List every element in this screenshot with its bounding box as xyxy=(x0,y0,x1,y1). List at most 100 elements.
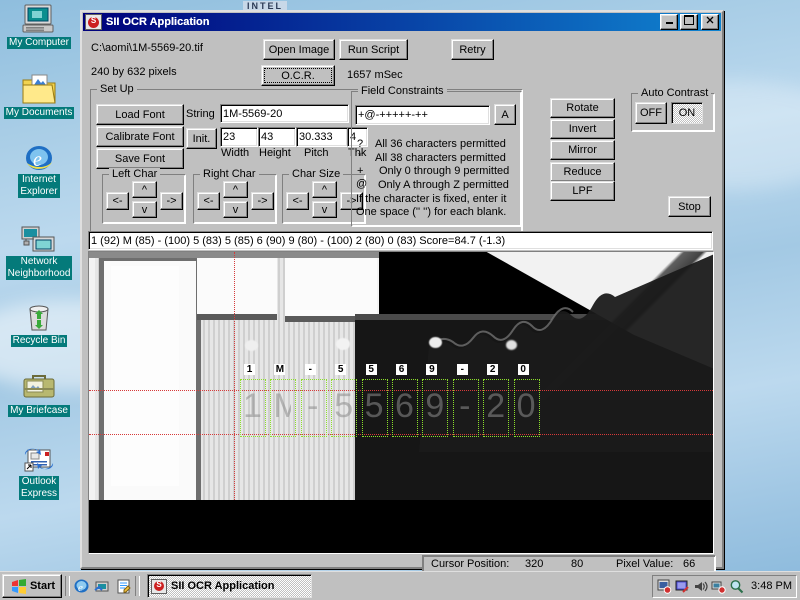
left-char-up-button[interactable]: ^ xyxy=(132,181,157,198)
desktop-icon-my-computer[interactable]: My Computer xyxy=(0,2,78,49)
char-size-up-button[interactable]: ^ xyxy=(312,181,337,198)
rotate-button[interactable]: Rotate xyxy=(550,98,615,118)
cursor-position-x: 320 xyxy=(525,558,544,570)
mirror-button[interactable]: Mirror xyxy=(550,140,615,160)
tray-volume-icon[interactable] xyxy=(693,579,708,594)
save-font-button[interactable]: Save Font xyxy=(96,148,184,169)
quick-launch[interactable]: e xyxy=(73,578,132,595)
ocr-character-label: 0 xyxy=(517,364,529,375)
setup-group-caption: Set Up xyxy=(97,83,137,95)
right-char-right-button[interactable]: -> xyxy=(251,192,274,210)
outlook-express-icon xyxy=(0,442,78,476)
open-image-button[interactable]: Open Image xyxy=(263,39,335,60)
constraint-note-1: If the character is fixed, enter it xyxy=(356,193,507,205)
stop-button[interactable]: Stop xyxy=(668,196,711,217)
quicklaunch-notepad-icon[interactable] xyxy=(115,578,132,595)
ocr-button[interactable]: O.C.R. xyxy=(261,65,335,86)
constraint-text: All 38 characters permitted xyxy=(375,152,506,164)
constraint-alpha-button[interactable]: A xyxy=(494,104,516,125)
image-canvas[interactable]: 11MM--55556699--2200 xyxy=(88,251,714,554)
string-input[interactable]: 1M-5569-20 xyxy=(220,104,349,123)
desktop-icon-network-neighborhood[interactable]: Network Neighborhood xyxy=(0,222,78,280)
taskbar-item-sii-ocr[interactable]: SII OCR Application xyxy=(147,574,312,598)
invert-button[interactable]: Invert xyxy=(550,119,615,139)
field-constraints-caption: Field Constraints xyxy=(358,85,447,97)
taskbar-item-label: SII OCR Application xyxy=(171,580,275,592)
right-char-left-button[interactable]: <- xyxy=(197,192,220,210)
pixel-value-label: Pixel Value: xyxy=(616,558,674,570)
load-font-button[interactable]: Load Font xyxy=(96,104,184,125)
taskbar-clock[interactable]: 3:48 PM xyxy=(751,580,792,592)
svg-text:e: e xyxy=(33,149,42,171)
desktop-icon-label: Internet Explorer xyxy=(18,174,60,198)
lpf-button[interactable]: LPF xyxy=(550,181,615,201)
left-char-right-button[interactable]: -> xyxy=(160,192,183,210)
pitch-input[interactable]: 30.333 xyxy=(296,127,348,147)
ocr-character-label: 5 xyxy=(335,364,347,375)
tray-scheduler-icon[interactable] xyxy=(657,579,672,594)
desktop-icon-my-briefcase[interactable]: My Briefcase xyxy=(0,370,78,417)
ocr-source-glyph: M xyxy=(273,385,291,427)
minimize-button[interactable] xyxy=(660,14,678,30)
init-button[interactable]: Init. xyxy=(186,128,217,149)
system-tray: 3:48 PM xyxy=(652,574,797,598)
ocr-character-label: 2 xyxy=(487,364,499,375)
retry-button[interactable]: Retry xyxy=(451,39,494,60)
quicklaunch-show-desktop-icon[interactable] xyxy=(94,578,111,595)
highlight-dot xyxy=(506,340,517,350)
desktop-icon-label: Outlook Express xyxy=(18,476,60,500)
calibrate-font-button[interactable]: Calibrate Font xyxy=(96,126,184,147)
char-size-left-button[interactable]: <- xyxy=(286,192,309,210)
ocr-source-glyph: - xyxy=(307,387,319,425)
cursor-position-y: 80 xyxy=(571,558,584,570)
auto-contrast-on-button[interactable]: ON xyxy=(671,102,703,124)
ocr-character-label: 9 xyxy=(426,364,438,375)
taskbar-divider xyxy=(65,576,70,596)
auto-contrast-off-button[interactable]: OFF xyxy=(635,102,667,124)
left-char-left-button[interactable]: <- xyxy=(106,192,129,210)
image-dimensions: 240 by 632 pixels xyxy=(91,66,177,78)
tray-network-icon[interactable] xyxy=(711,579,726,594)
taskbar: Start e SII OCR Application xyxy=(0,571,800,600)
right-char-up-button[interactable]: ^ xyxy=(223,181,248,198)
run-script-button[interactable]: Run Script xyxy=(339,39,408,60)
char-size-down-button[interactable]: v xyxy=(312,201,337,218)
ocr-character-label: - xyxy=(304,364,316,375)
height-input[interactable]: 43 xyxy=(258,127,296,147)
window-titlebar[interactable]: SII OCR Application xyxy=(83,13,721,31)
ocr-character-label: 6 xyxy=(396,364,407,375)
ocr-source-glyph: 1 xyxy=(243,387,261,425)
width-label: Width xyxy=(221,147,250,159)
recycle-bin-icon xyxy=(0,300,78,334)
constraint-symbol: @ xyxy=(356,178,368,190)
start-button-label: Start xyxy=(29,580,56,592)
reduce-button[interactable]: Reduce xyxy=(550,162,615,182)
tray-display-icon[interactable] xyxy=(675,579,690,594)
ocr-character-label: M xyxy=(274,364,286,375)
my-documents-icon xyxy=(0,72,78,106)
maximize-button[interactable] xyxy=(680,14,698,30)
ocr-source-glyph: 5 xyxy=(334,387,353,425)
constraint-input[interactable]: +@-+++++-++ xyxy=(355,105,490,125)
desktop-icon-recycle-bin[interactable]: Recycle Bin xyxy=(0,300,78,347)
tray-search-icon[interactable] xyxy=(729,579,744,594)
right-char-caption: Right Char xyxy=(200,168,259,180)
desktop-icon-internet-explorer[interactable]: e Internet Explorer xyxy=(0,140,78,198)
quicklaunch-internet-explorer-icon[interactable]: e xyxy=(73,578,90,595)
auto-contrast-caption: Auto Contrast xyxy=(638,87,712,99)
ocr-source-glyph: 9 xyxy=(425,387,444,425)
highlight-dot xyxy=(336,338,350,350)
right-char-down-button[interactable]: v xyxy=(223,201,248,218)
constraint-text: Only A through Z permitted xyxy=(378,179,509,191)
start-button[interactable]: Start xyxy=(2,574,62,598)
width-input[interactable]: 23 xyxy=(220,127,258,147)
desktop-icon-my-documents[interactable]: My Documents xyxy=(0,72,78,119)
string-label: String xyxy=(186,108,215,120)
close-button[interactable] xyxy=(701,14,719,30)
windows-logo-icon xyxy=(11,578,26,594)
left-char-down-button[interactable]: v xyxy=(132,201,157,218)
my-computer-icon xyxy=(0,2,78,36)
desktop-icon-label: Recycle Bin xyxy=(10,335,68,347)
constraint-symbol: * xyxy=(358,151,362,161)
desktop-icon-outlook-express[interactable]: Outlook Express xyxy=(0,442,78,500)
